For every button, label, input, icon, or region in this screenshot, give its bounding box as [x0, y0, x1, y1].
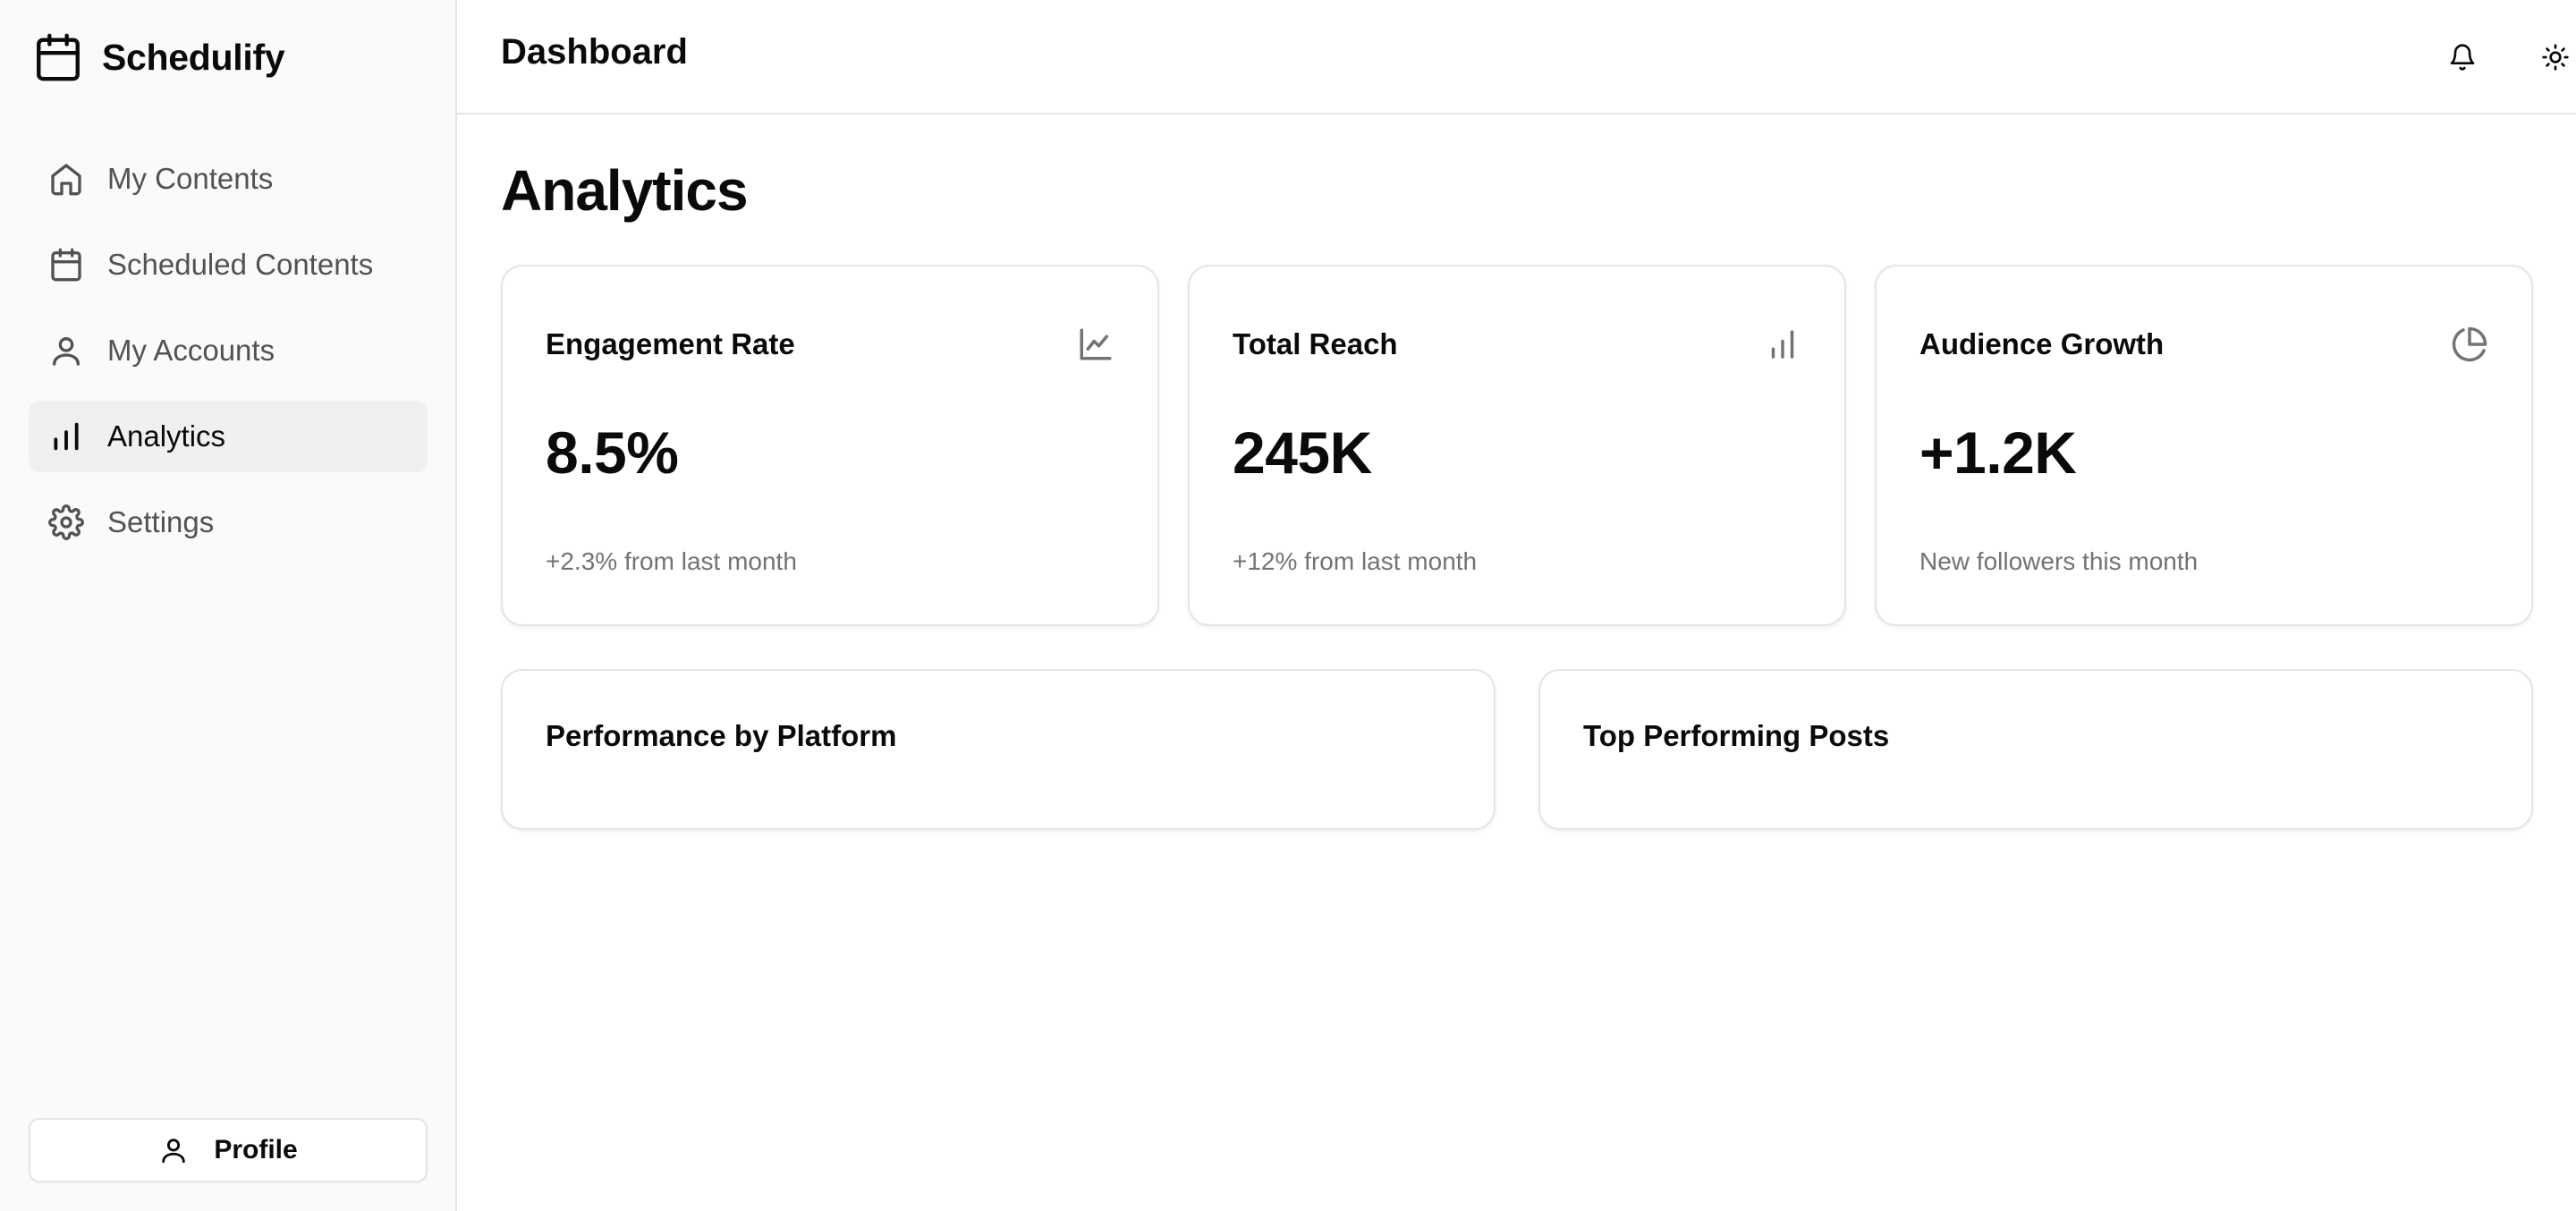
- stat-title: Total Reach: [1233, 327, 1398, 360]
- stat-card-total-reach: Total Reach 245K +12% from last month: [1188, 265, 1846, 626]
- bell-icon: [2450, 44, 2475, 71]
- stat-subtext: +12% from last month: [1233, 547, 1478, 575]
- stat-value: 245K: [1233, 419, 1372, 486]
- sidebar-item-my-contents[interactable]: My Contents: [29, 143, 428, 215]
- profile-button[interactable]: Profile: [29, 1118, 428, 1182]
- sidebar-item-label: My Contents: [107, 162, 274, 195]
- sidebar-item-label: Scheduled Contents: [107, 248, 374, 281]
- notifications-button[interactable]: [2434, 29, 2491, 86]
- gear-icon: [48, 504, 84, 540]
- app-root: Schedulify My Contents Scheduled Content…: [0, 0, 2576, 1211]
- calendar-logo-icon: [37, 33, 80, 81]
- stat-subtext: New followers this month: [1919, 547, 2199, 575]
- stat-value: +1.2K: [1919, 419, 2077, 486]
- sidebar-item-settings[interactable]: Settings: [29, 487, 428, 558]
- line-chart-icon: [1077, 326, 1114, 363]
- stat-card-engagement-rate: Engagement Rate 8.5% +2.3% from last mon…: [501, 265, 1159, 626]
- profile-label: Profile: [214, 1135, 298, 1164]
- stat-value: 8.5%: [546, 419, 679, 486]
- stat-title: Engagement Rate: [546, 327, 795, 360]
- sidebar: Schedulify My Contents Scheduled Content…: [0, 0, 457, 1211]
- sidebar-item-analytics[interactable]: Analytics: [29, 401, 428, 472]
- sidebar-item-my-accounts[interactable]: My Accounts: [29, 315, 428, 386]
- sidebar-item-label: Analytics: [107, 419, 226, 453]
- main-content: Dashboard Analytics Engagement Rate 8.5%…: [457, 0, 2576, 1211]
- pie-chart-icon: [2451, 326, 2488, 363]
- user-icon: [53, 337, 80, 366]
- header-title: Dashboard: [501, 32, 688, 72]
- stat-subtext: +2.3% from last month: [546, 547, 797, 575]
- sidebar-item-label: Settings: [107, 505, 215, 538]
- sidebar-nav: My Contents Scheduled Contents My Accoun…: [29, 143, 428, 572]
- panel-title: Performance by Platform: [546, 719, 897, 752]
- brand[interactable]: Schedulify: [32, 29, 285, 86]
- user-icon: [162, 1139, 186, 1164]
- home-icon: [51, 164, 81, 196]
- brand-name: Schedulify: [102, 36, 285, 78]
- theme-toggle-button[interactable]: [2527, 29, 2576, 86]
- top-performing-posts-panel: Top Performing Posts: [1538, 669, 2533, 830]
- sun-icon: [2542, 44, 2569, 71]
- panel-title: Top Performing Posts: [1583, 719, 1890, 752]
- stat-card-audience-growth: Audience Growth +1.2K New followers this…: [1875, 265, 2533, 626]
- calendar-icon: [51, 248, 81, 282]
- bar-chart-icon: [1764, 326, 1801, 363]
- stat-title: Audience Growth: [1919, 327, 2165, 360]
- bar-chart-icon: [54, 422, 79, 451]
- sidebar-item-scheduled-contents[interactable]: Scheduled Contents: [29, 229, 428, 301]
- performance-by-platform-panel: Performance by Platform: [501, 669, 1496, 830]
- page-title: Analytics: [501, 158, 749, 223]
- sidebar-item-label: My Accounts: [107, 334, 275, 367]
- top-header: Dashboard: [457, 0, 2576, 114]
